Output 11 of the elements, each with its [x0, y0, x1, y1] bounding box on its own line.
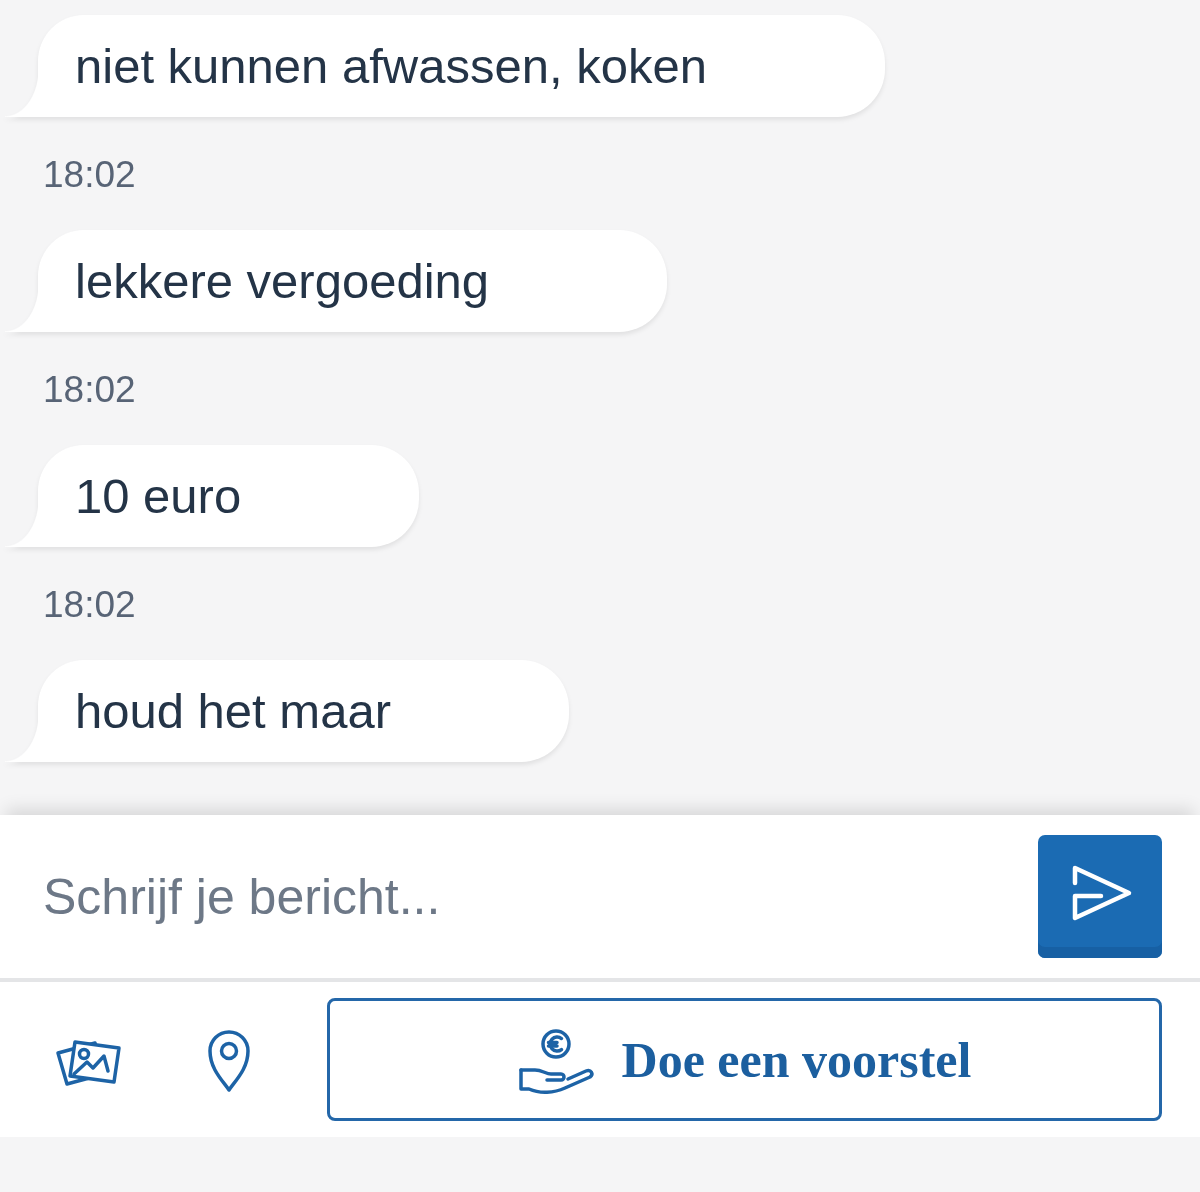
offer-button[interactable]: Doe een voorstel [327, 998, 1162, 1121]
message-bubble: niet kunnen afwassen, koken [5, 15, 885, 117]
hand-coin-icon [517, 1027, 596, 1096]
send-button[interactable] [1038, 835, 1162, 958]
message-time: 18:02 [43, 583, 136, 627]
message-bubble: 10 euro [5, 445, 420, 547]
message-time: 18:02 [43, 368, 136, 412]
message-bubble: lekkere vergoeding [5, 230, 668, 332]
message-time: 18:02 [43, 153, 136, 197]
message-bubble: houd het maar [5, 660, 569, 762]
send-icon [1071, 863, 1133, 922]
